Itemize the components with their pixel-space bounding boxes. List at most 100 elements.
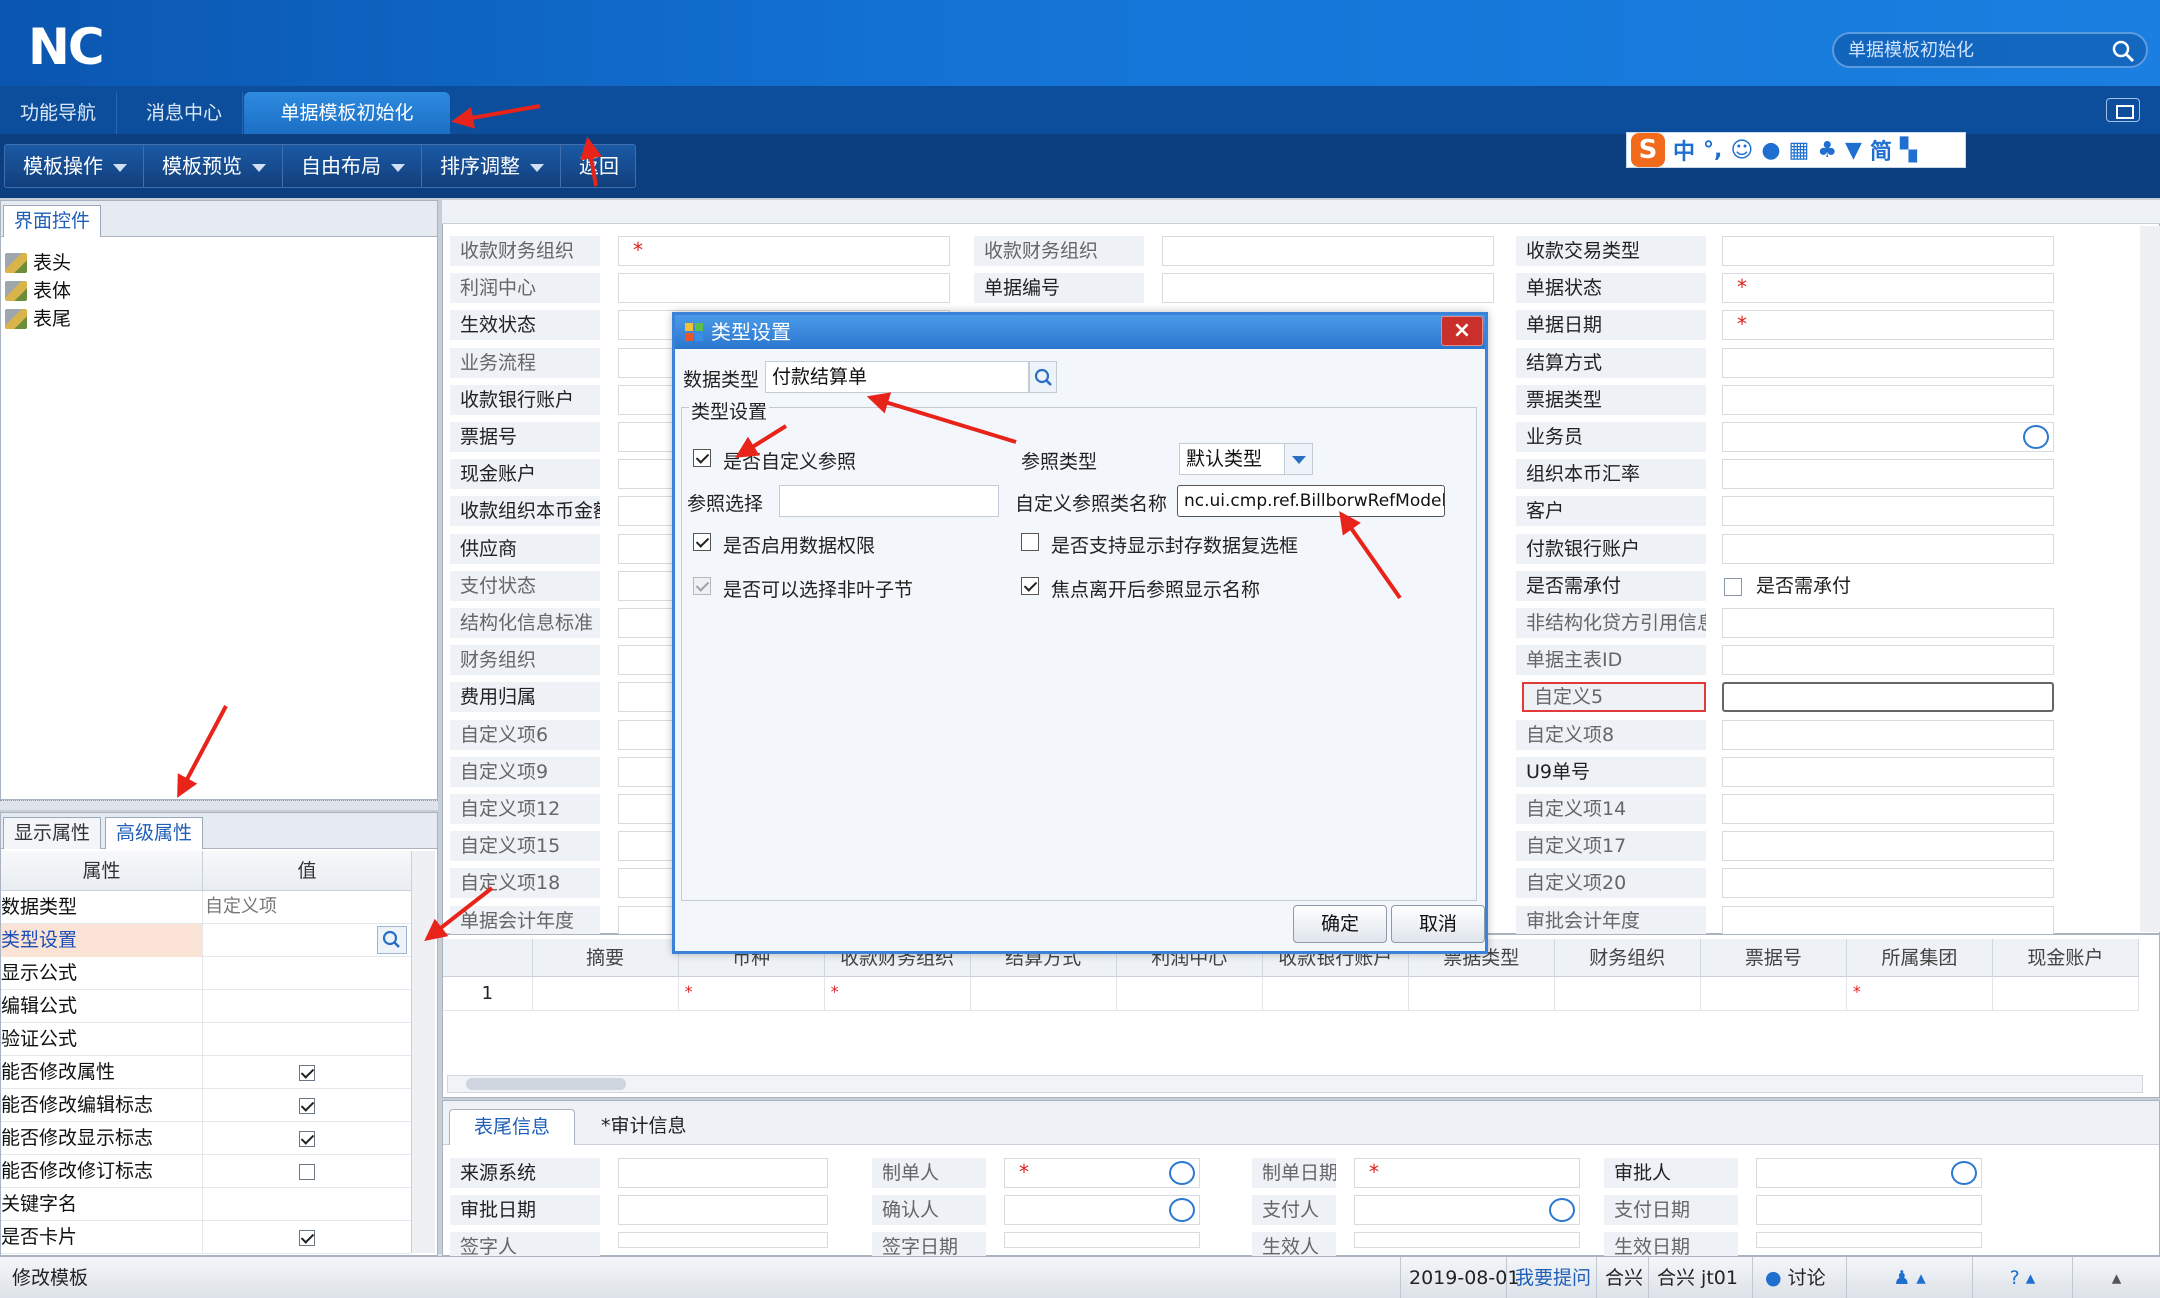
data-perm-checkbox[interactable] <box>693 533 711 551</box>
ime-mode[interactable]: 简 <box>1870 134 1892 166</box>
form-input[interactable]: * <box>618 236 950 266</box>
table-column-header[interactable]: 现金账户 <box>1993 939 2139 977</box>
collapse-icon[interactable]: ▴ <box>2072 1257 2160 1298</box>
mic-icon[interactable]: ● <box>1761 138 1780 163</box>
ref-lookup-icon[interactable] <box>1951 1161 1977 1185</box>
property-row[interactable]: 关键字名 <box>1 1188 411 1221</box>
tab-ui-controls[interactable]: 界面控件 <box>3 205 102 237</box>
cancel-button[interactable]: 取消 <box>1391 905 1485 943</box>
form-input[interactable] <box>1722 608 2054 638</box>
property-value[interactable] <box>203 1188 411 1221</box>
property-row[interactable]: 验证公式 <box>1 1023 411 1056</box>
search-input[interactable] <box>1848 38 2098 62</box>
status-org[interactable]: 合兴 <box>1596 1257 1651 1298</box>
search-icon[interactable] <box>2110 38 2136 64</box>
tab-template-init[interactable]: 单据模板初始化 <box>244 92 450 134</box>
property-value[interactable] <box>203 924 411 957</box>
table-cell[interactable] <box>971 977 1117 1011</box>
ref-type-select[interactable]: 默认类型 <box>1179 443 1313 475</box>
ref-lookup-icon[interactable] <box>1169 1198 1195 1222</box>
form-input[interactable] <box>1162 236 1494 266</box>
user-icon[interactable]: ♣ <box>1817 138 1837 163</box>
must-accept-checkbox[interactable] <box>1724 577 1742 596</box>
property-row[interactable]: 数据类型 自定义项 <box>1 891 411 924</box>
user-menu-icon[interactable]: ♟ ▴ <box>1846 1257 1972 1298</box>
form-input[interactable] <box>1722 794 2054 824</box>
property-row[interactable]: 能否修改属性 <box>1 1056 411 1089</box>
table-row[interactable]: 1 * * * <box>443 977 2139 1011</box>
status-user[interactable]: 合兴 jt01 <box>1648 1257 1746 1298</box>
property-value[interactable] <box>203 1155 411 1188</box>
form-input[interactable] <box>1722 236 2054 266</box>
form-input[interactable]: * <box>1722 310 2054 341</box>
tab-function-nav[interactable]: 功能导航 <box>0 92 118 134</box>
footer-input[interactable] <box>618 1158 828 1188</box>
tree-item-header[interactable]: 表头 <box>5 249 71 277</box>
help-icon[interactable]: ? ▴ <box>1972 1257 2072 1298</box>
dialog-titlebar[interactable]: 类型设置 × <box>675 315 1485 349</box>
close-button[interactable]: × <box>1441 316 1483 346</box>
grid-icon[interactable]: ▚ <box>1900 138 1917 163</box>
footer-input[interactable]: * <box>1354 1158 1580 1188</box>
footer-input[interactable] <box>1756 1158 1982 1188</box>
skin-icon[interactable]: ▼ <box>1845 138 1862 163</box>
footer-input[interactable] <box>1756 1195 1982 1225</box>
form-input[interactable] <box>1162 273 1494 304</box>
sort-adjust-button[interactable]: 排序调整 <box>422 145 561 187</box>
custom-class-input[interactable]: nc.ui.cmp.ref.BillborwRefModel <box>1177 485 1445 517</box>
property-checkbox[interactable] <box>299 1098 315 1114</box>
property-row[interactable]: 能否修改修订标志 <box>1 1155 411 1188</box>
form-input[interactable] <box>1722 533 2054 564</box>
property-row[interactable]: 能否修改编辑标志 <box>1 1089 411 1122</box>
form-input[interactable] <box>1722 347 2054 378</box>
restore-window-button[interactable] <box>2106 98 2140 122</box>
property-checkbox[interactable] <box>299 1164 315 1180</box>
table-cell[interactable]: * <box>825 977 971 1011</box>
property-checkbox[interactable] <box>299 1065 315 1081</box>
property-value[interactable]: 自定义项 <box>203 891 411 924</box>
property-row[interactable]: 能否修改显示标志 <box>1 1122 411 1155</box>
form-input[interactable] <box>1722 905 2054 936</box>
form-input[interactable] <box>1722 719 2054 750</box>
ok-button[interactable]: 确定 <box>1293 905 1387 943</box>
footer-input[interactable] <box>1004 1232 1200 1248</box>
tab-display-props[interactable]: 显示属性 <box>3 817 102 849</box>
ime-toolbar[interactable]: S 中 °, ☺ ● ▦ ♣ ▼ 简 ▚ <box>1626 132 1966 168</box>
footer-input[interactable] <box>618 1195 828 1225</box>
property-row[interactable]: 编辑公式 <box>1 990 411 1023</box>
form-input[interactable] <box>1722 831 2054 862</box>
type-settings-search-button[interactable] <box>377 926 407 954</box>
tab-audit-info[interactable]: *审计信息 <box>577 1109 711 1145</box>
emoji-icon[interactable]: ☺ <box>1730 138 1753 163</box>
table-column-header[interactable]: 票据号 <box>1701 939 1847 977</box>
form-input[interactable] <box>1722 682 2054 713</box>
property-row[interactable]: 类型设置 <box>1 924 411 957</box>
table-column-header[interactable]: 摘要 <box>533 939 679 977</box>
property-value[interactable] <box>203 957 411 990</box>
form-input[interactable] <box>1722 868 2054 899</box>
property-value[interactable] <box>203 990 411 1023</box>
footer-input[interactable] <box>1756 1232 1982 1248</box>
data-type-input[interactable]: 付款结算单 <box>765 361 1029 393</box>
table-cell[interactable] <box>1117 977 1263 1011</box>
property-value[interactable] <box>203 1089 411 1122</box>
form-input[interactable] <box>1722 384 2054 415</box>
property-row[interactable]: 是否卡片 <box>1 1221 411 1254</box>
form-input[interactable] <box>1722 459 2054 490</box>
ime-lang[interactable]: 中 <box>1673 134 1695 166</box>
ask-question-link[interactable]: 我要提问 <box>1506 1257 1599 1298</box>
data-type-search-button[interactable] <box>1029 361 1057 393</box>
table-hscrollbar[interactable] <box>447 1075 2143 1093</box>
footer-input[interactable] <box>1354 1195 1580 1225</box>
form-input[interactable] <box>1722 496 2054 527</box>
table-cell[interactable] <box>1701 977 1847 1011</box>
table-cell[interactable]: * <box>1847 977 1993 1011</box>
table-cell[interactable] <box>1993 977 2139 1011</box>
form-input[interactable] <box>1722 645 2054 676</box>
chevron-down-icon[interactable] <box>1284 444 1312 474</box>
template-ops-button[interactable]: 模板操作 <box>5 145 144 187</box>
footer-input[interactable]: * <box>1004 1158 1200 1188</box>
tree-item-body[interactable]: 表体 <box>5 277 71 305</box>
table-column-header[interactable]: 所属集团 <box>1847 939 1993 977</box>
tab-footer-info[interactable]: 表尾信息 <box>449 1109 576 1145</box>
